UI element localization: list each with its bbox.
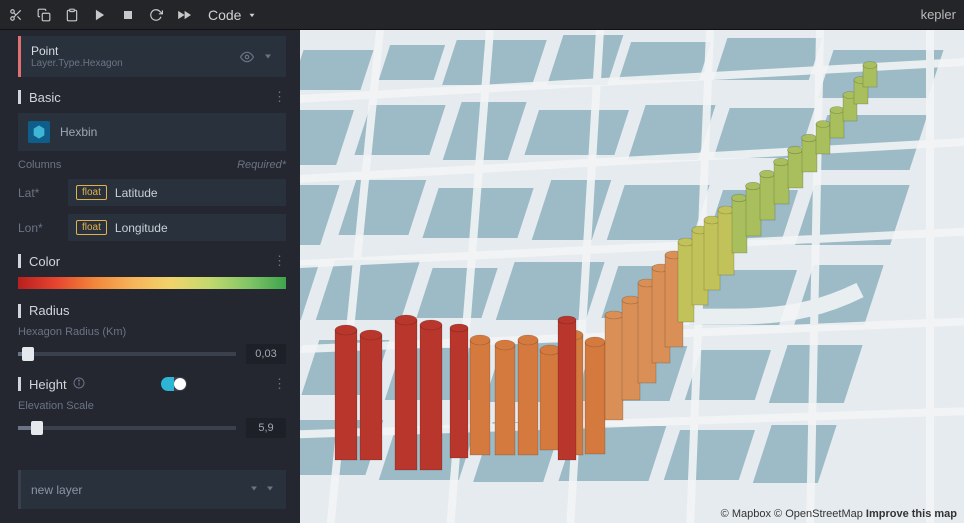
- elevation-slider-row: 5,9: [18, 418, 286, 438]
- layer-sidebar: Point Layer.Type.Hexagon Basic ⋮ Hexbin …: [0, 30, 300, 523]
- columns-required: Required*: [237, 159, 286, 171]
- section-color-label: Color: [29, 254, 60, 269]
- elevation-value[interactable]: 5,9: [246, 418, 286, 438]
- lat-field-name: Latitude: [115, 186, 158, 200]
- layer-title: Point: [31, 44, 232, 58]
- map-attribution: © Mapbox © OpenStreetMap Improve this ma…: [718, 507, 960, 521]
- height-toggle[interactable]: [161, 377, 187, 391]
- columns-label: Columns: [18, 159, 61, 171]
- stop-icon[interactable]: [120, 7, 136, 23]
- chevron-down-icon: [264, 482, 276, 497]
- more-icon[interactable]: ⋮: [273, 376, 286, 392]
- info-icon[interactable]: [73, 377, 85, 392]
- color-ramp[interactable]: [18, 277, 286, 289]
- brand-label: kepler: [921, 7, 956, 22]
- section-color: Color ⋮: [18, 253, 286, 269]
- lat-column-picker[interactable]: float Latitude: [68, 179, 286, 206]
- lon-column-picker[interactable]: float Longitude: [68, 214, 286, 241]
- more-icon[interactable]: ⋮: [273, 253, 286, 269]
- lon-type-badge: float: [76, 220, 107, 235]
- lon-column-row: Lon* float Longitude: [18, 214, 286, 241]
- fast-forward-icon[interactable]: [176, 7, 192, 23]
- elevation-field-label: Elevation Scale: [18, 400, 286, 412]
- paste-icon[interactable]: [64, 7, 80, 23]
- section-height: Height ⋮: [18, 376, 286, 392]
- cell-type-label: Code: [208, 7, 241, 23]
- layer-type-label: Hexbin: [60, 125, 97, 139]
- elevation-slider[interactable]: [18, 426, 236, 430]
- improve-map-link[interactable]: Improve this map: [866, 508, 957, 520]
- section-radius-label: Radius: [29, 303, 69, 318]
- section-height-label: Height: [29, 377, 67, 392]
- top-toolbar: Code kepler: [0, 0, 964, 30]
- map-viewport[interactable]: © Mapbox © OpenStreetMap Improve this ma…: [300, 30, 964, 523]
- mapbox-attribution[interactable]: © Mapbox: [721, 508, 771, 520]
- more-icon[interactable]: ⋮: [273, 89, 286, 105]
- chevron-down-icon: [248, 482, 260, 497]
- lat-type-badge: float: [76, 185, 107, 200]
- run-icon[interactable]: [92, 7, 108, 23]
- lon-label: Lon*: [18, 221, 58, 235]
- restart-icon[interactable]: [148, 7, 164, 23]
- lon-field-name: Longitude: [115, 221, 168, 235]
- cut-icon[interactable]: [8, 7, 24, 23]
- osm-attribution[interactable]: © OpenStreetMap: [774, 508, 863, 520]
- cell-type-dropdown[interactable]: Code: [204, 5, 261, 25]
- new-layer-button[interactable]: new layer: [18, 470, 286, 509]
- layer-header-point[interactable]: Point Layer.Type.Hexagon: [18, 36, 286, 77]
- hexbin-icon: [28, 121, 50, 143]
- radius-value[interactable]: 0,03: [246, 344, 286, 364]
- section-basic-label: Basic: [29, 90, 61, 105]
- layer-type-selector[interactable]: Hexbin: [18, 113, 286, 151]
- map-canvas: [300, 30, 964, 523]
- new-layer-label: new layer: [31, 483, 82, 497]
- section-basic: Basic ⋮: [18, 89, 286, 105]
- chevron-down-icon[interactable]: [262, 50, 276, 64]
- radius-slider[interactable]: [18, 352, 236, 356]
- chevron-down-icon: [247, 10, 257, 20]
- lat-column-row: Lat* float Latitude: [18, 179, 286, 206]
- columns-header: Columns Required*: [18, 159, 286, 171]
- section-radius: Radius: [18, 303, 286, 318]
- copy-icon[interactable]: [36, 7, 52, 23]
- lat-label: Lat*: [18, 186, 58, 200]
- visibility-icon[interactable]: [240, 50, 254, 64]
- radius-field-label: Hexagon Radius (Km): [18, 326, 286, 338]
- radius-slider-row: 0,03: [18, 344, 286, 364]
- layer-subtitle: Layer.Type.Hexagon: [31, 58, 232, 69]
